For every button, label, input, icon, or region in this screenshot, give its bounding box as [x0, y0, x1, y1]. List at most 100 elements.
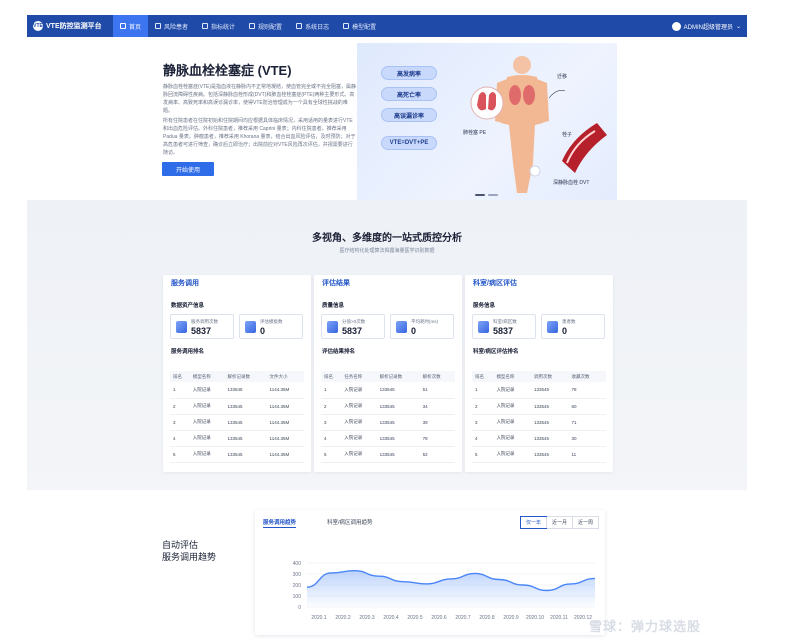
start-button[interactable]: 开始使用 — [162, 162, 214, 176]
table-cell: 133545 — [376, 398, 420, 415]
nav-tab-model-config[interactable]: 模型配置 — [336, 15, 383, 37]
table-cell: 入院记录 — [189, 446, 225, 463]
table-row[interactable]: 3 入院记录 133545 71 — [472, 414, 606, 431]
table-row[interactable]: 4 入院记录 133545 30 — [472, 430, 606, 447]
table-cell: 133545 — [224, 398, 267, 415]
column-header: 解析记录数 — [224, 371, 267, 382]
stat-box: 科室/病区数 5837 — [472, 314, 536, 339]
x-tick-label: 2020.6 — [431, 615, 447, 621]
stat-box: 平均耗时(ms) 0 — [390, 314, 454, 339]
stat-label: 科室/病区数 — [493, 319, 517, 324]
nav-tab-label: 首页 — [129, 24, 142, 31]
table-cell: 3 — [170, 414, 190, 431]
carousel-dot[interactable] — [488, 194, 498, 196]
nav-tab-system-log[interactable]: 系统日志 — [289, 15, 336, 37]
card-evaluation-results: 评估结果 质量信息 分值>0次数 5837 平均耗时(ms) 0 评估结果排名 排名… — [314, 275, 462, 472]
trend-title-line: 自动评估 — [162, 540, 199, 550]
banner-label-dvt: 深静脉血栓 DVT — [553, 180, 590, 186]
table-row[interactable]: 5 入院记录 133545 11 — [472, 446, 606, 463]
table-cell: 133545 — [224, 382, 267, 399]
section-title: 多视角、多维度的一站式质控分析 — [312, 233, 462, 244]
anatomy-illustration — [470, 56, 607, 193]
brand-name: VTE防控监测平台 — [46, 23, 102, 30]
table-cell: 入院记录 — [493, 382, 531, 399]
table-row[interactable]: 2 入院记录 133545 34 — [321, 398, 455, 415]
stats-icon — [202, 23, 209, 29]
table-row[interactable]: 4 入院记录 133545 78 — [321, 430, 455, 447]
table-row[interactable]: 5 入院记录 133545 1144.35M — [170, 446, 304, 463]
y-tick-label: 400 — [293, 561, 302, 567]
table-cell: 133545 — [224, 414, 267, 431]
nav-tab-risk-patients[interactable]: 风险患者 — [148, 15, 195, 37]
card-subtitle: 质量信息 — [322, 303, 345, 309]
table-cell: 133545 — [530, 398, 569, 415]
table-cell: 入院记录 — [493, 414, 531, 431]
y-tick-label: 0 — [298, 605, 301, 611]
nav-tab-home[interactable]: 首页 — [113, 15, 149, 37]
banner-label-move: 迁移 — [557, 74, 568, 80]
ranking-table: 排名 任务名称 解析记录数 解析次数 1 入院记录 133545 51 2 入院记录 13354… — [321, 371, 455, 463]
log-icon — [296, 23, 303, 29]
banner-label-pe: 肺栓塞 PE — [463, 130, 487, 136]
timer-icon — [396, 321, 407, 333]
table-cell: 2 — [472, 398, 494, 415]
table-row[interactable]: 4 入院记录 133545 1144.35M — [170, 430, 304, 447]
table-row[interactable]: 1 入院记录 133545 78 — [472, 382, 606, 399]
x-tick-label: 2020.1 — [311, 615, 327, 621]
watermark: 雪球：弹力球选股 — [589, 619, 702, 634]
x-tick-label: 2020.10 — [526, 615, 544, 621]
table-cell: 入院记录 — [341, 446, 377, 463]
app-window: VTE VTE防控监测平台 首页 风险患者 指标统计 规则配置 系统日志 模型配… — [27, 15, 747, 643]
table-header: 排名 任务名称 解析记录数 解析次数 — [321, 371, 455, 382]
x-tick-label: 2020.8 — [479, 615, 495, 621]
stat-value: 0 — [562, 326, 568, 336]
trend-title-line: 服务调用趋势 — [162, 552, 217, 562]
column-header: 任务名称 — [341, 371, 377, 382]
user-name: ADMIN超级管理员 — [683, 24, 733, 31]
patient-count-icon — [547, 321, 558, 333]
table-cell: 3 — [321, 414, 342, 431]
carousel-dots[interactable] — [475, 194, 498, 196]
department-icon — [478, 321, 489, 333]
user-menu[interactable]: ADMIN超级管理员 ⌄ — [671, 15, 741, 37]
trend-card: 服务调用趋势 科室/病区调用趋势 仅一年 近一月 近一周 400 300 200 10… — [255, 510, 605, 635]
banner-label-clot: 栓子 — [562, 132, 573, 138]
table-row[interactable]: 3 入院记录 133545 39 — [321, 414, 455, 431]
column-header: 模型名称 — [189, 371, 225, 382]
table-cell: 34 — [419, 398, 455, 415]
hero-banner: 高发病率 高死亡率 高误漏诊率 VTE=DVT+PE 肺栓塞 PE 迁移 栓子 … — [357, 43, 617, 201]
table-row[interactable]: 2 入院记录 133545 60 — [472, 398, 606, 415]
nav-tab-label: 风险患者 — [164, 24, 189, 31]
table-cell: 133545 — [376, 446, 420, 463]
nav-tab-rule-config[interactable]: 规则配置 — [242, 15, 289, 37]
x-tick-label: 2020.4 — [383, 615, 399, 621]
carousel-dot[interactable] — [475, 194, 485, 196]
table-cell: 78 — [568, 382, 606, 399]
table-row[interactable]: 3 入院记录 133545 1144.35M — [170, 414, 304, 431]
table-cell: 52 — [419, 446, 455, 463]
ranking-table: 排名 模型名称 解析记录数 文件大小 1 入院记录 133545 1144.35M 2 入院记… — [170, 371, 304, 463]
table-cell: 133545 — [376, 430, 420, 447]
x-tick-label: 2020.2 — [335, 615, 351, 621]
x-tick-label: 2020.11 — [550, 615, 568, 621]
patient-icon — [155, 23, 162, 29]
table-row[interactable]: 5 入院记录 133545 52 — [321, 446, 455, 463]
model-icon — [343, 23, 350, 29]
stat-value: 5837 — [342, 326, 363, 336]
table-cell: 1144.35M — [266, 382, 304, 399]
table-header: 排名 模型名称 解析记录数 文件大小 — [170, 371, 304, 382]
card-subtitle: 数据资产信息 — [171, 303, 205, 309]
brand[interactable]: VTE VTE防控监测平台 — [27, 21, 113, 31]
nav-tab-indicator-stats[interactable]: 指标统计 — [195, 15, 242, 37]
table-cell: 133545 — [224, 430, 267, 447]
table-cell: 133545 — [376, 414, 420, 431]
cube-icon — [327, 321, 338, 333]
cube-icon — [176, 321, 187, 333]
column-header: 排名 — [170, 371, 190, 382]
table-row[interactable]: 2 入院记录 133545 1144.35M — [170, 398, 304, 415]
table-cell: 2 — [321, 398, 342, 415]
table-row[interactable]: 1 入院记录 133545 51 — [321, 382, 455, 399]
table-row[interactable]: 1 入院记录 133545 1144.35M — [170, 382, 304, 399]
table-cell: 1 — [472, 382, 494, 399]
table-cell: 入院记录 — [189, 382, 225, 399]
